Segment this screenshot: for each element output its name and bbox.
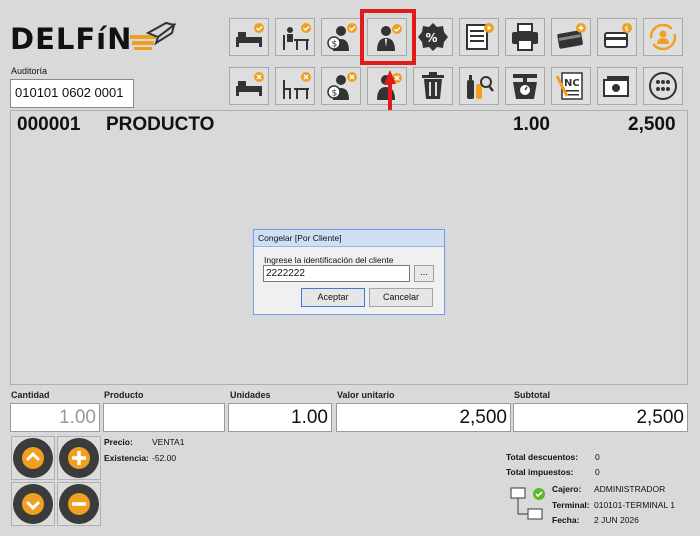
card-dollar-icon: $ bbox=[604, 23, 632, 48]
client-money-x-icon: $ bbox=[327, 72, 357, 100]
svg-text:$: $ bbox=[332, 40, 338, 50]
svg-text:%: % bbox=[426, 31, 438, 45]
total-descuentos-label: Total descuentos: bbox=[506, 452, 579, 462]
cash-icon bbox=[603, 76, 629, 97]
precio-label: Precio: bbox=[104, 437, 133, 447]
credit-note-icon: NC bbox=[555, 72, 583, 100]
client-money-check-icon: $ bbox=[327, 23, 357, 51]
item-quantity: 1.00 bbox=[513, 114, 550, 135]
trash-icon bbox=[422, 72, 444, 99]
bed-check-icon bbox=[236, 23, 264, 47]
cancel-button[interactable]: Cancelar bbox=[369, 288, 433, 307]
cajero-value: ADMINISTRADOR bbox=[594, 484, 666, 494]
remove-button[interactable] bbox=[57, 482, 101, 526]
dialog-title: Congelar [Por Cliente] bbox=[254, 230, 444, 247]
svg-text:$: $ bbox=[332, 89, 338, 99]
bottles-search-icon bbox=[467, 75, 494, 99]
cantidad-field[interactable]: 1.00 bbox=[10, 403, 100, 432]
cash-button[interactable] bbox=[597, 67, 637, 105]
producto-field[interactable] bbox=[103, 403, 225, 432]
percent-badge-icon: % bbox=[418, 23, 448, 51]
document-eye-icon bbox=[466, 23, 494, 50]
delfin-logo: DELFíN bbox=[10, 22, 133, 56]
fecha-label: Fecha: bbox=[552, 515, 580, 525]
existencia-label: Existencia: bbox=[104, 453, 149, 463]
bed-x-button[interactable] bbox=[229, 67, 269, 105]
freeze-client-dialog: Congelar [Por Cliente] Ingrese la identi… bbox=[253, 229, 445, 315]
desk-x-button[interactable] bbox=[275, 67, 315, 105]
auditoria-field[interactable]: 010101 0602 0001 bbox=[10, 79, 134, 108]
down-button[interactable] bbox=[11, 482, 55, 526]
card-plus-icon bbox=[557, 23, 586, 49]
discount-button[interactable]: % bbox=[413, 18, 453, 56]
scale-icon bbox=[513, 74, 537, 99]
logo-mark-icon bbox=[130, 21, 177, 50]
total-impuestos-value: 0 bbox=[595, 467, 600, 477]
terminal-label: Terminal: bbox=[552, 500, 590, 510]
delete-button[interactable] bbox=[413, 67, 453, 105]
cantidad-label: Cantidad bbox=[11, 390, 50, 400]
client-money-x-button[interactable]: $ bbox=[321, 67, 361, 105]
chevron-up-icon bbox=[22, 447, 44, 469]
valor-unitario-field[interactable]: 2,500 bbox=[336, 403, 511, 432]
desk-check-button[interactable] bbox=[275, 18, 315, 56]
total-descuentos-value: 0 bbox=[595, 452, 600, 462]
valor-unitario-label: Valor unitario bbox=[337, 390, 395, 400]
up-button[interactable] bbox=[11, 436, 55, 480]
desk-check-icon bbox=[283, 23, 311, 50]
rotate-user-icon bbox=[649, 23, 677, 51]
more-options-button[interactable] bbox=[643, 67, 683, 105]
terminal-value: 010101-TERMINAL 1 bbox=[594, 500, 675, 510]
item-product: PRODUCTO bbox=[106, 114, 215, 135]
subtotal-label: Subtotal bbox=[514, 390, 550, 400]
highlight-box bbox=[360, 9, 416, 65]
product-search-button[interactable] bbox=[459, 67, 499, 105]
item-total: 2,500 bbox=[628, 114, 676, 135]
browse-button[interactable]: ... bbox=[414, 265, 434, 282]
dialog-prompt: Ingrese la identificación del cliente bbox=[264, 255, 394, 265]
more-dots-icon bbox=[649, 72, 677, 100]
printer-icon bbox=[512, 23, 538, 51]
plus-icon bbox=[68, 447, 90, 469]
fecha-value: 2 JUN 2026 bbox=[594, 515, 639, 525]
document-view-button[interactable] bbox=[459, 18, 499, 56]
chevron-down-icon bbox=[22, 493, 44, 515]
minus-icon bbox=[68, 493, 90, 515]
scale-button[interactable] bbox=[505, 67, 545, 105]
unidades-label: Unidades bbox=[230, 390, 271, 400]
rotate-user-button[interactable] bbox=[643, 18, 683, 56]
card-payment-button[interactable]: $ bbox=[597, 18, 637, 56]
producto-label: Producto bbox=[104, 390, 144, 400]
svg-text:$: $ bbox=[625, 25, 629, 33]
network-computers-icon bbox=[510, 487, 545, 520]
print-button[interactable] bbox=[505, 18, 545, 56]
card-add-button[interactable] bbox=[551, 18, 591, 56]
cajero-label: Cajero: bbox=[552, 484, 582, 494]
existencia-value: -52.00 bbox=[152, 453, 177, 463]
add-button[interactable] bbox=[57, 436, 101, 480]
bed-x-icon bbox=[236, 72, 264, 96]
item-code: 000001 bbox=[17, 114, 81, 135]
desk-x-icon bbox=[283, 72, 311, 99]
svg-text:NC: NC bbox=[564, 78, 580, 89]
precio-value: VENTA1 bbox=[152, 437, 185, 447]
client-money-check-button[interactable]: $ bbox=[321, 18, 361, 56]
total-impuestos-label: Total impuestos: bbox=[506, 467, 574, 477]
client-id-input[interactable]: 2222222 bbox=[263, 265, 410, 282]
auditoria-label: Auditoría bbox=[11, 66, 48, 76]
accept-button[interactable]: Aceptar bbox=[301, 288, 365, 307]
credit-note-button[interactable]: NC bbox=[551, 67, 591, 105]
bed-check-button[interactable] bbox=[229, 18, 269, 56]
subtotal-field[interactable]: 2,500 bbox=[513, 403, 688, 432]
unidades-field[interactable]: 1.00 bbox=[228, 403, 332, 432]
